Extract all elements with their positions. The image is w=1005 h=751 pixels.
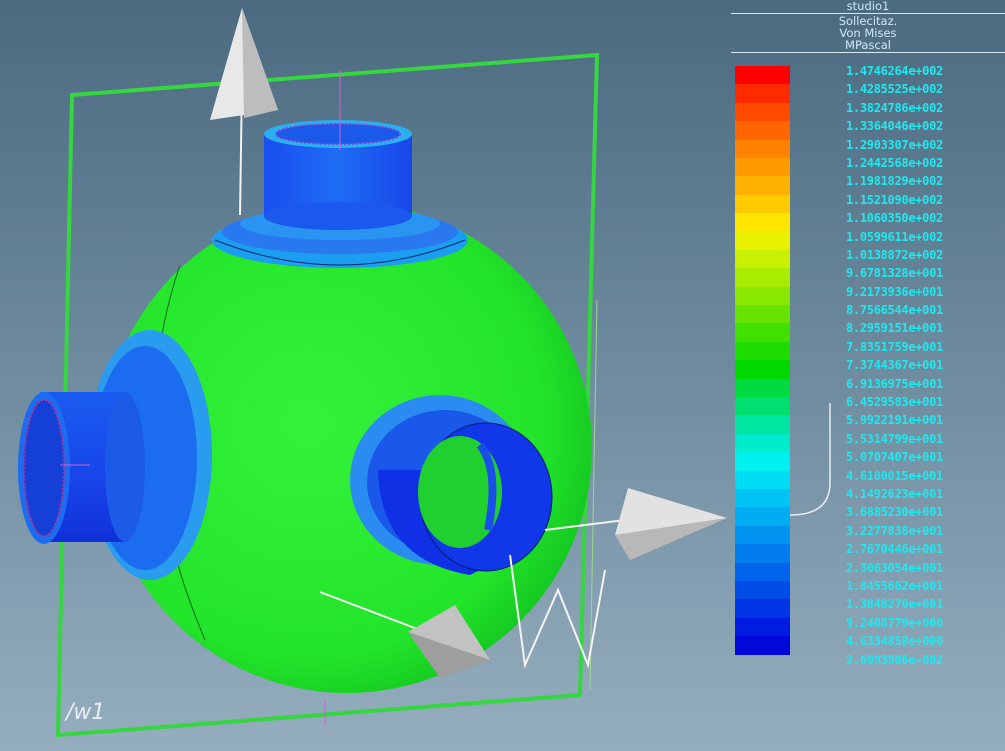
scale-value: 1.1981829e+002 [846, 174, 943, 189]
fea-model[interactable] [0, 0, 730, 751]
scale-value: 3.6885230e+001 [846, 505, 943, 520]
scale-value: 3.2277838e+001 [846, 523, 943, 538]
scale-value: 9.6781328e+001 [846, 266, 943, 281]
color-swatch [735, 452, 790, 471]
color-scale-values: 1.4746264e+002 1.4285525e+002 1.3824786e+0… [846, 62, 943, 669]
workplane-label: /w1 [66, 700, 106, 725]
top-nozzle[interactable] [264, 70, 412, 230]
color-swatch [735, 305, 790, 324]
color-swatch [735, 562, 790, 581]
color-swatch [735, 102, 790, 122]
color-swatch [735, 397, 790, 416]
color-swatch [735, 599, 790, 618]
model-viewport[interactable]: /w1 [0, 0, 730, 751]
scale-value: 4.6334858e+000 [846, 634, 943, 649]
scale-value: 1.0138872e+002 [846, 247, 943, 262]
scale-value: 1.4285525e+002 [846, 82, 943, 97]
scale-value: 1.1060350e+002 [846, 211, 943, 226]
scale-value: 1.2442568e+002 [846, 155, 943, 170]
scale-value: 9.2173936e+001 [846, 284, 943, 299]
scale-value: 1.8455662e+001 [846, 578, 943, 593]
scale-value: 2.3063054e+001 [846, 560, 943, 575]
color-swatch [735, 470, 790, 489]
color-swatch [735, 341, 790, 361]
color-swatch [735, 157, 790, 177]
scale-value: 1.3848270e+001 [846, 597, 943, 612]
scale-value: 4.1492623e+001 [846, 486, 943, 501]
scale-value: 5.9922191e+001 [846, 413, 943, 428]
color-swatch [735, 378, 790, 398]
color-swatch [735, 525, 790, 545]
color-swatch [735, 433, 790, 453]
color-swatch [735, 544, 790, 563]
color-swatch [735, 507, 790, 526]
color-swatch [735, 249, 790, 269]
scale-value: 6.4529583e+001 [846, 395, 943, 410]
color-swatch [735, 360, 790, 379]
color-swatch [735, 580, 790, 600]
color-swatch [735, 323, 790, 342]
color-swatch [735, 66, 790, 85]
legend-pointer [789, 403, 831, 516]
color-swatch [735, 194, 790, 214]
result-unit: MPascal [845, 38, 891, 52]
scale-value: 9.2408779e+000 [846, 615, 943, 630]
color-swatch [735, 121, 790, 140]
color-swatch [735, 286, 790, 306]
color-swatch [735, 415, 790, 434]
study-name: studio1 [846, 0, 890, 13]
color-swatch [735, 268, 790, 287]
scale-value: 1.3364046e+002 [846, 119, 943, 134]
scale-value: 7.3744367e+001 [846, 358, 943, 373]
color-swatch [735, 617, 790, 637]
scale-value: 1.0599611e+002 [846, 229, 943, 244]
left-nozzle[interactable] [18, 330, 212, 580]
scale-value: 8.7566544e+001 [846, 303, 943, 318]
scale-value: 7.8351759e+001 [846, 339, 943, 354]
scale-value: 6.9136975e+001 [846, 376, 943, 391]
color-swatch [735, 213, 790, 232]
scale-value: 1.2903307e+002 [846, 137, 943, 152]
color-swatch [735, 636, 790, 655]
color-swatch [735, 139, 790, 158]
color-swatch [735, 176, 790, 195]
scale-value: 2.6093906e-002 [846, 652, 943, 667]
scale-value: 5.5314799e+001 [846, 431, 943, 446]
scale-value: 2.7670446e+001 [846, 542, 943, 557]
scale-value: 1.4746264e+002 [846, 64, 943, 78]
scale-value: 5.0707407e+001 [846, 450, 943, 465]
divider [731, 52, 1005, 53]
scale-value: 1.3824786e+002 [846, 100, 943, 115]
legend-header: studio1 Sollecitaz. Von Mises MPascal [731, 0, 1005, 54]
scale-value: 1.1521090e+002 [846, 192, 943, 207]
color-swatch [735, 84, 790, 103]
color-swatch [735, 231, 790, 250]
color-scale-bar [735, 66, 790, 656]
scale-value: 8.2959151e+001 [846, 321, 943, 336]
color-swatch [735, 488, 790, 508]
scale-value: 4.6100015e+001 [846, 468, 943, 483]
